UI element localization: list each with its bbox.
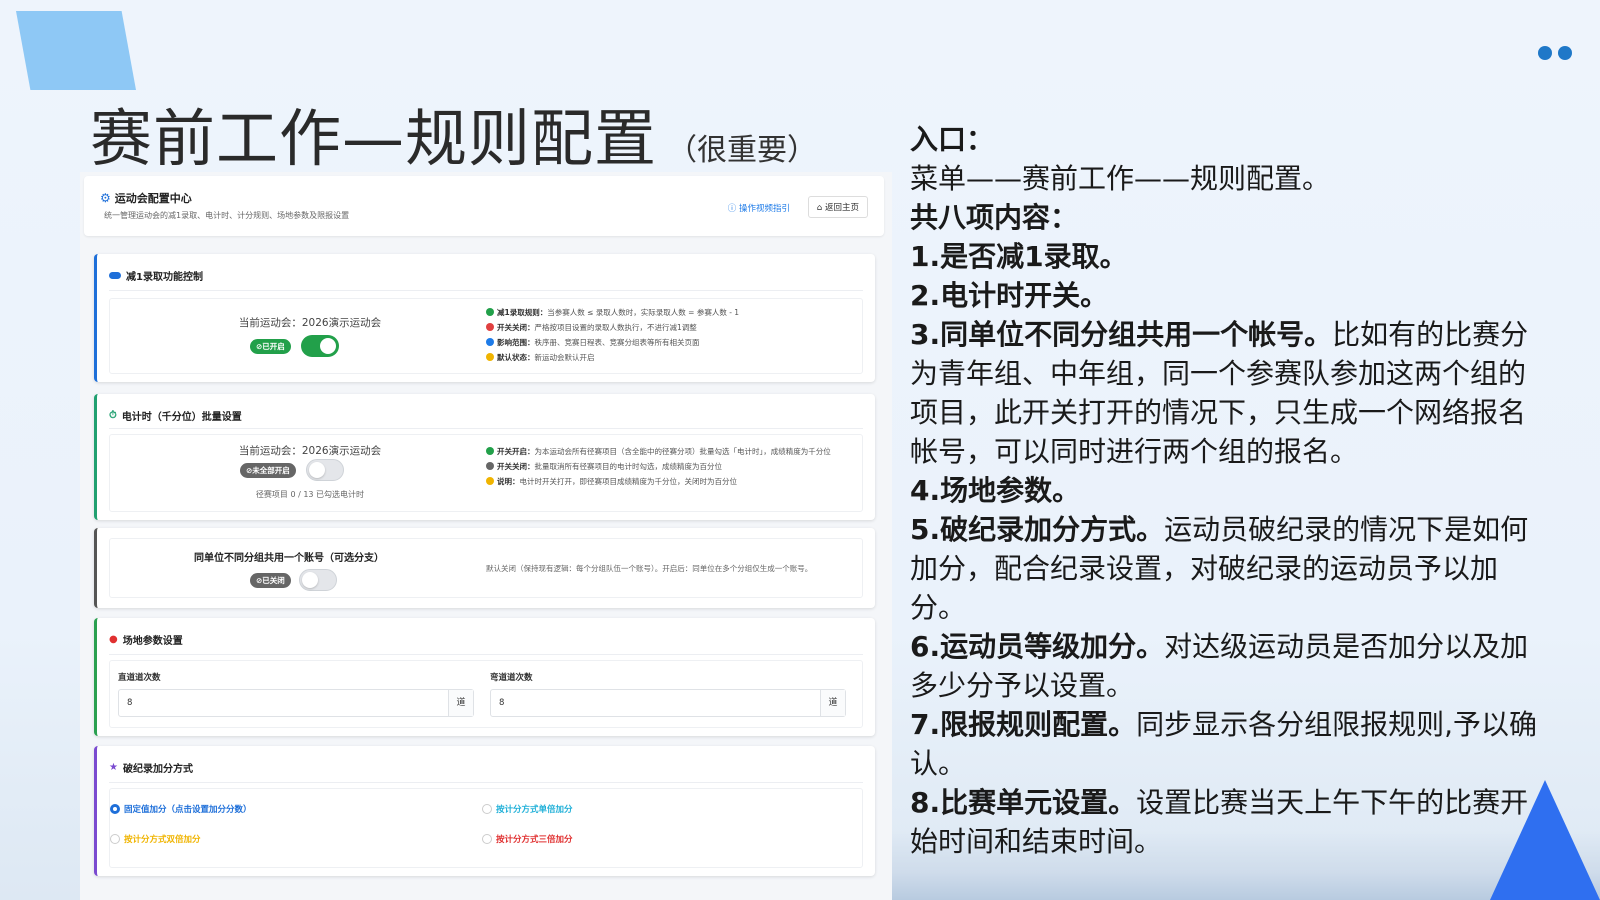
shared-account-toggle[interactable] [298, 569, 337, 591]
item-6: 6.运动员等级加分。对达级运动员是否加分以及加多少分予以设置。 [910, 630, 1529, 702]
entry-title: 入口： [910, 123, 995, 156]
gear-icon: ⚙ [100, 191, 111, 205]
electronic-timing-rules: 开关开启：为本运动会所有径赛项目（含全能中的径赛分项）批量勾选「电计时」，成绩精… [486, 445, 846, 488]
slide-content: 入口： 菜单——赛前工作——规则配置。 共八项内容： 1.是否减1录取。 2.电… [910, 120, 1540, 861]
decorative-dots [1538, 46, 1572, 60]
divider [109, 428, 863, 429]
stopwatch-icon: ⏱ [109, 410, 117, 421]
lane-unit: 道 [448, 690, 473, 716]
radio-icon [110, 804, 120, 814]
card-heading: ⏱ 电计时（千分位）批量设置 [109, 410, 242, 423]
electronic-timing-toggle[interactable] [305, 459, 344, 481]
radio-fixed-bonus[interactable]: 固定值加分（点击设置加分分数） [110, 803, 252, 815]
video-guide-link[interactable]: ⓘ 操作视频指引 [728, 202, 790, 214]
item-1: 1.是否减1录取。 [910, 240, 1128, 273]
status-badge: ⊘未全部开启 [240, 462, 296, 478]
lane-unit: 道 [820, 690, 845, 716]
reduce-one-card: 减1录取功能控制 当前运动会：2026演示运动会 ⊘已开启 减1录取规则：当参赛… [94, 254, 875, 382]
venue-params-card: ● 场地参数设置 直道道次数 8 道 弯道道次数 8 道 [94, 618, 875, 736]
timing-count: 径赛项目 0 / 13 已勾选电计时 [255, 490, 365, 499]
shared-account-heading: 同单位不同分组共用一个账号（可选分支） [194, 553, 384, 564]
items-title: 共八项内容： [910, 201, 1079, 234]
reduce-one-toggle[interactable] [300, 335, 339, 357]
current-meet-label: 当前运动会：2026演示运动会 [238, 445, 382, 457]
radio-icon [110, 834, 120, 844]
status-badge: ⊘已开启 [250, 338, 291, 354]
toggle-icon [109, 272, 121, 279]
rule-item: 影响范围：秩序册、竞赛日程表、竞赛分组表等所有相关页面 [486, 335, 866, 350]
radio-double-bonus[interactable]: 按计分方式双倍加分 [110, 833, 201, 845]
record-bonus-body: 固定值加分（点击设置加分分数） 按计分方式单倍加分 按计分方式双倍加分 按计分方… [109, 788, 863, 868]
record-bonus-card: ★ 破纪录加分方式 固定值加分（点击设置加分分数） 按计分方式单倍加分 按计分方… [94, 746, 875, 876]
location-pin-icon: ● [109, 634, 118, 645]
item-4: 4.场地参数。 [910, 474, 1081, 507]
divider [109, 782, 863, 783]
app-description: 统一管理运动会的减1录取、电计时、计分规则、场地参数及限报设置 [104, 211, 350, 220]
slide-title: 赛前工作—规则配置 （很重要） [90, 88, 817, 178]
item-8: 8.比赛单元设置。设置比赛当天上午下午的比赛开始时间和结束时间。 [910, 786, 1529, 858]
curve-lanes-label: 弯道道次数 [490, 673, 533, 683]
divider [109, 290, 863, 291]
straight-lanes-input[interactable]: 8 道 [118, 689, 474, 717]
reduce-one-body: 当前运动会：2026演示运动会 ⊘已开启 减1录取规则：当参赛人数 ≤ 录取人数… [109, 298, 863, 374]
shared-account-body: 同单位不同分组共用一个账号（可选分支） ⊘已关闭 默认关闭（保持现有逻辑：每个分… [109, 538, 863, 598]
rule-item: 开关开启：为本运动会所有径赛项目（含全能中的径赛分项）批量勾选「电计时」，成绩精… [486, 445, 846, 458]
shared-account-note: 默认关闭（保持现有逻辑：每个分组队伍一个账号）。开启后：同单位在多个分组仅生成一… [486, 564, 813, 573]
radio-triple-bonus[interactable]: 按计分方式三倍加分 [482, 833, 573, 845]
curve-lanes-input[interactable]: 8 道 [490, 689, 846, 717]
card-heading: 减1录取功能控制 [109, 268, 203, 283]
item-5: 5.破纪录加分方式。运动员破纪录的情况下是如何加分，配合纪录设置，对破纪录的运动… [910, 513, 1529, 624]
divider [109, 654, 863, 655]
rule-item: 减1录取规则：当参赛人数 ≤ 录取人数时，实际录取人数 = 参赛人数 - 1 [486, 305, 866, 320]
item-7: 7.限报规则配置。同步显示各分组限报规则,予以确认。 [910, 708, 1538, 780]
card-heading: ★ 破纪录加分方式 [109, 762, 193, 775]
rule-item: 说明：电计时开关打开，即径赛项目成绩精度为千分位，关闭时为百分位 [486, 475, 846, 488]
entry-path: 菜单——赛前工作——规则配置。 [910, 162, 1331, 195]
item-2: 2.电计时开关。 [910, 279, 1109, 312]
venue-params-body: 直道道次数 8 道 弯道道次数 8 道 [109, 660, 863, 728]
electronic-timing-body: 当前运动会：2026演示运动会 ⊘未全部开启 径赛项目 0 / 13 已勾选电计… [109, 434, 863, 512]
home-button[interactable]: ⌂ 返回主页 [807, 196, 868, 218]
rule-item: 默认状态：新运动会默认开启 [486, 350, 866, 365]
status-badge: ⊘已关闭 [250, 572, 291, 588]
slide-title-main: 赛前工作—规则配置 [90, 102, 658, 175]
radio-icon [482, 834, 492, 844]
straight-lanes-label: 直道道次数 [118, 673, 161, 683]
card-heading: ● 场地参数设置 [109, 634, 183, 647]
star-icon: ★ [109, 762, 118, 773]
item-3: 3.同单位不同分组共用一个帐号。比如有的比赛分为青年组、中年组，同一个参赛队参加… [910, 318, 1529, 468]
current-meet-label: 当前运动会：2026演示运动会 [238, 317, 382, 329]
radio-icon [482, 804, 492, 814]
shared-account-card: 同单位不同分组共用一个账号（可选分支） ⊘已关闭 默认关闭（保持现有逻辑：每个分… [94, 528, 875, 608]
decorative-parallelogram [16, 11, 136, 90]
app-screenshot: ⚙ 运动会配置中心 统一管理运动会的减1录取、电计时、计分规则、场地参数及限报设… [80, 172, 892, 900]
rule-item: 开关关闭：严格按项目设置的录取人数执行，不进行减1调整 [486, 320, 866, 335]
app-title: ⚙ 运动会配置中心 [100, 191, 192, 205]
question-circle-icon: ⓘ [727, 204, 737, 214]
home-icon: ⌂ [816, 203, 823, 213]
app-header: ⚙ 运动会配置中心 统一管理运动会的减1录取、电计时、计分规则、场地参数及限报设… [84, 176, 884, 236]
reduce-one-rules: 减1录取规则：当参赛人数 ≤ 录取人数时，实际录取人数 = 参赛人数 - 1 开… [486, 305, 866, 365]
radio-single-bonus[interactable]: 按计分方式单倍加分 [482, 803, 573, 815]
electronic-timing-card: ⏱ 电计时（千分位）批量设置 当前运动会：2026演示运动会 ⊘未全部开启 径赛… [94, 394, 875, 520]
rule-item: 开关关闭：批量取消所有径赛项目的电计时勾选，成绩精度为百分位 [486, 460, 846, 473]
slide-title-sub: （很重要） [667, 133, 818, 168]
